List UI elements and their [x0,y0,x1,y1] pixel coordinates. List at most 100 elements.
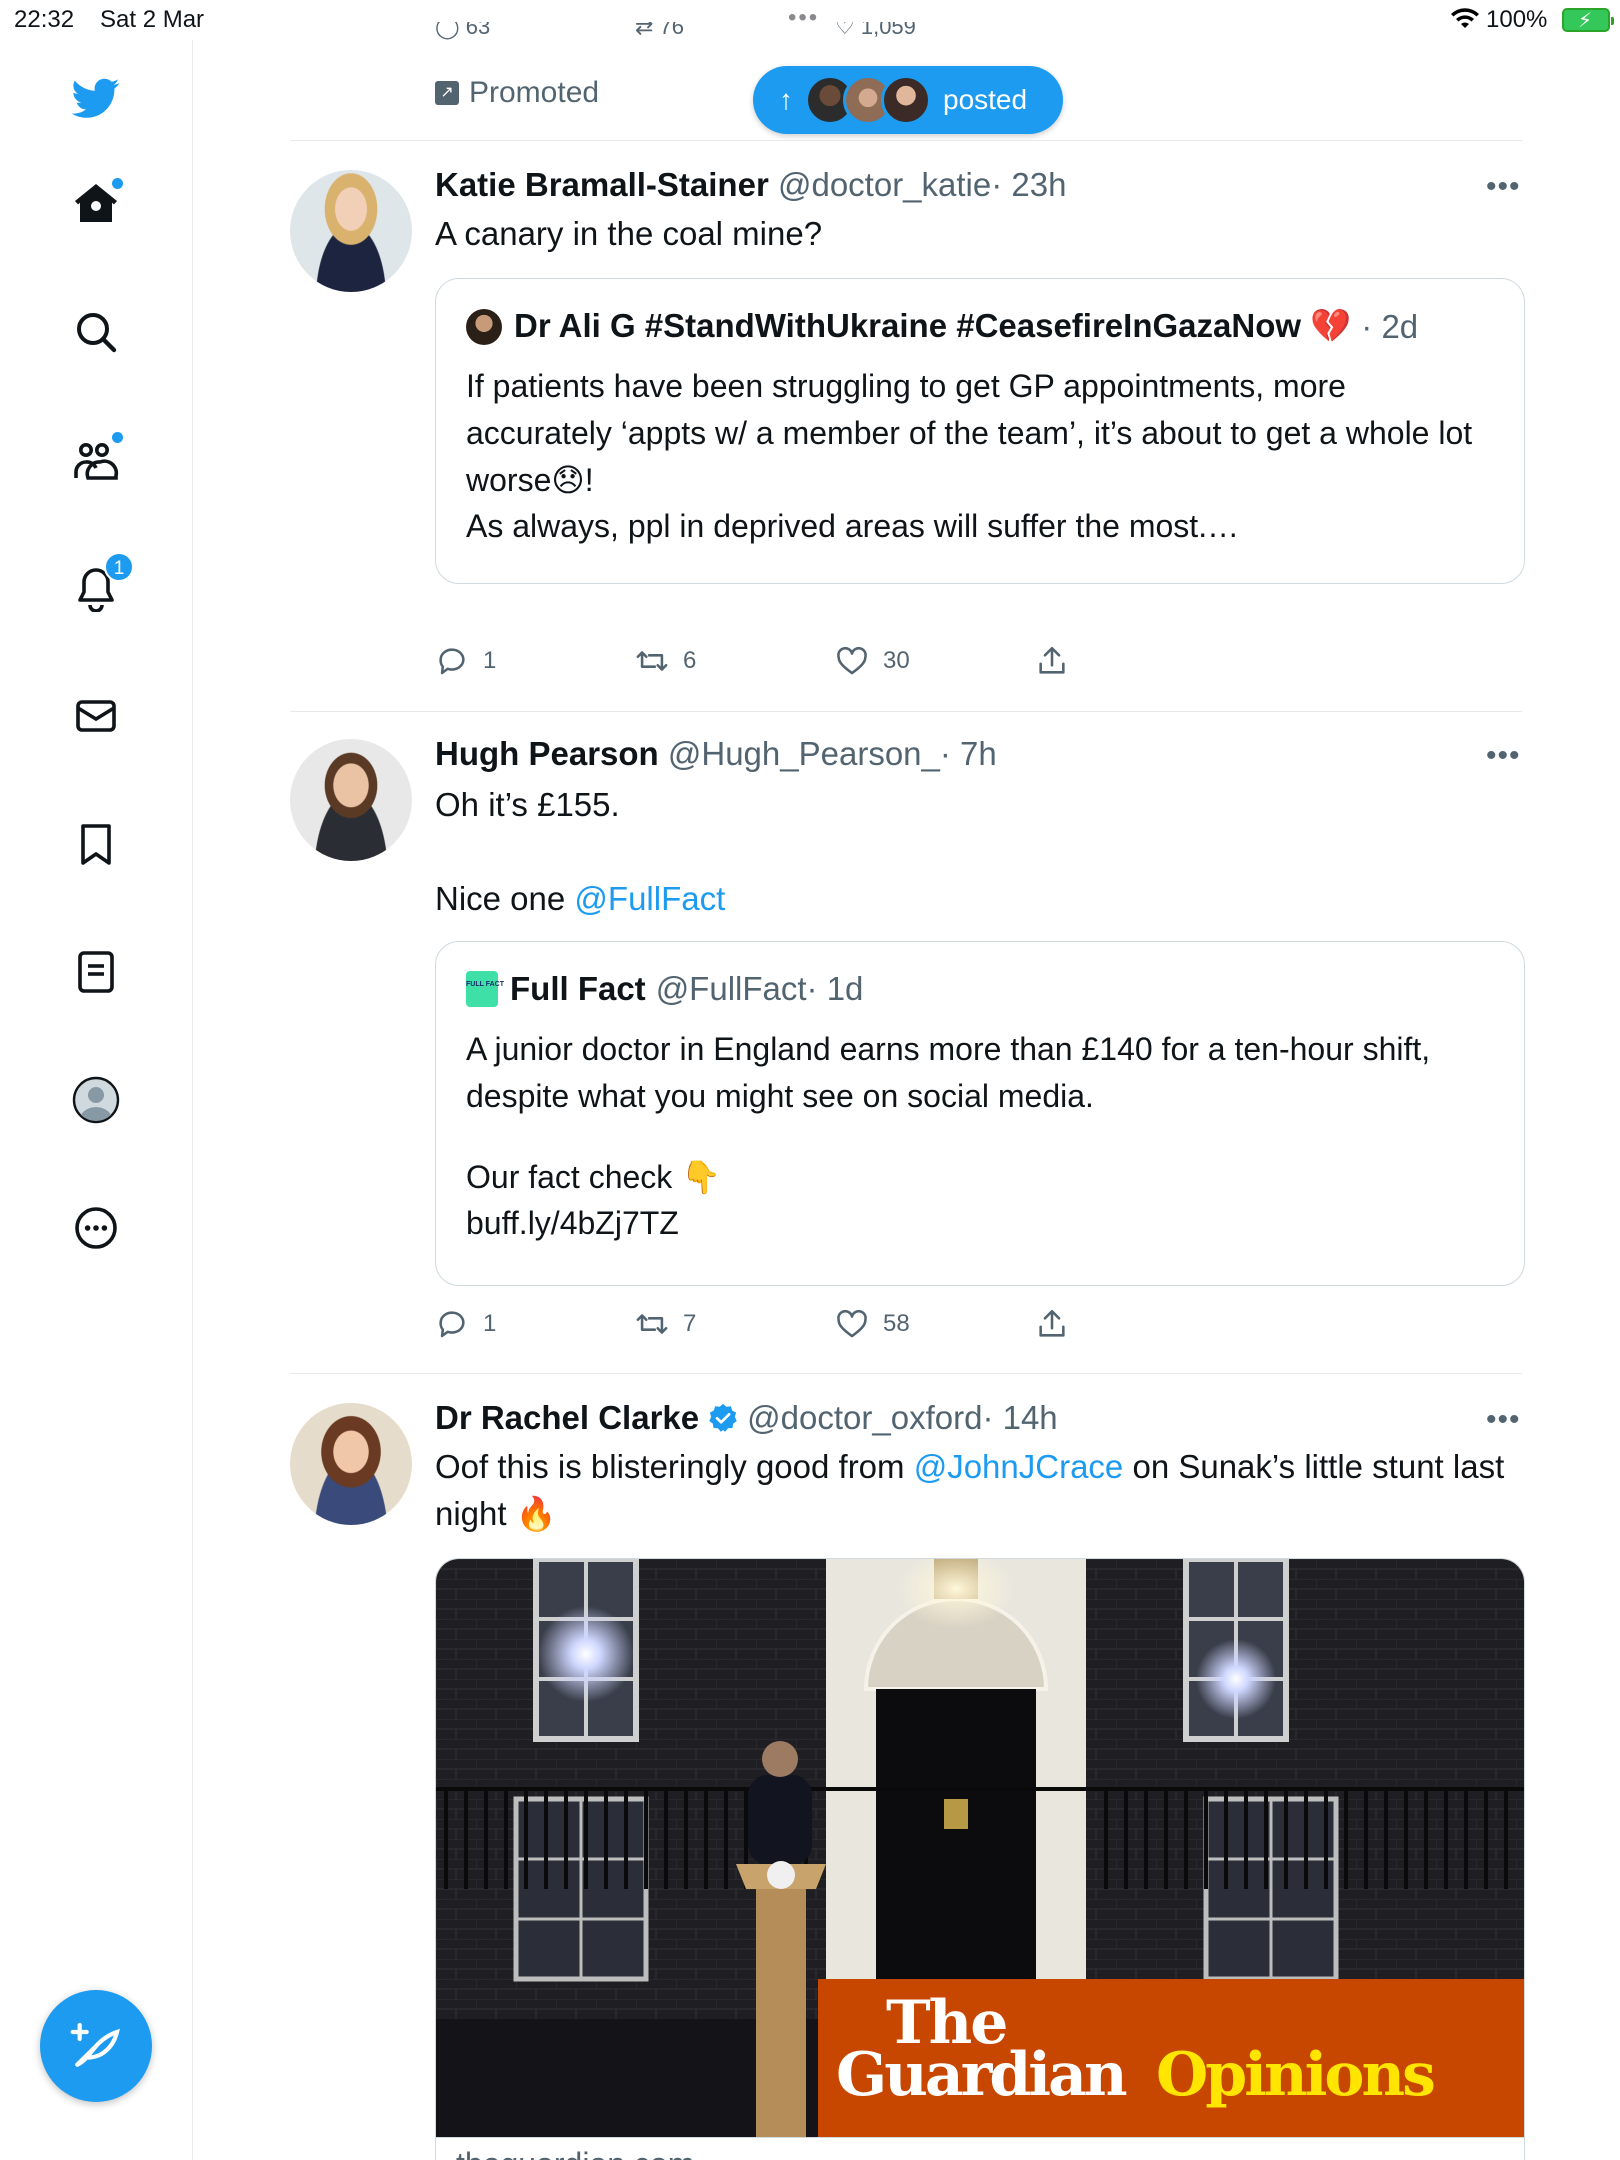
tweet-time[interactable]: · 14h [982,1399,1057,1437]
nav-profile[interactable] [60,1064,132,1136]
promoted-arrow-icon: ↗ [435,81,459,105]
arrow-up-icon: ↑ [779,84,793,115]
search-icon [77,313,117,353]
promoted-label: ↗ Promoted [435,76,599,110]
quote-text: As always, ppl in deprived areas will su… [466,508,1240,544]
status-date: Sat 2 Mar [100,6,205,33]
share-button[interactable] [1035,644,1069,678]
quote-text: A junior doctor in England earns more th… [466,1031,1431,1114]
home-notification-dot [112,178,123,189]
tweet-time[interactable]: · 7h [940,735,997,772]
avatar[interactable] [290,1403,412,1525]
quote-header: FULL FACT Full Fact @FullFact · 1d [466,970,863,1008]
avatar[interactable] [290,170,412,292]
more-circle-icon [75,1207,117,1249]
tweet-time[interactable]: · 23h [991,166,1066,203]
tweet-actions: 1 7 58 [435,1307,1375,1347]
quote-author-name: Dr Ali G #StandWithUkraine #CeasefireInG… [514,307,1352,344]
link-card-image[interactable]: The Guardian Opinions [435,1558,1525,2138]
tweet-text: A canary in the coal mine? [435,215,823,252]
share-icon [1039,646,1065,674]
quote-header: Dr Ali G #StandWithUkraine #CeasefireInG… [466,307,1418,346]
heart-icon [837,646,867,675]
retweet-icon [636,1314,668,1334]
nav-lists[interactable] [60,936,132,1008]
communities-notification-dot [112,432,123,443]
quote-time: · 1d [806,970,864,1007]
battery-percentage: 100% [1486,6,1548,33]
mention-link[interactable]: @JohnJCrace [914,1448,1124,1485]
mail-icon [76,700,116,732]
nav-messages[interactable] [60,680,132,752]
fullfact-logo-icon: FULL FACT [466,971,504,1007]
tweet-actions: 1 6 30 [435,644,1375,684]
communities-icon [74,443,119,480]
heart-icon [837,1309,867,1338]
author-name[interactable]: Hugh Pearson [435,735,659,772]
bookmark-icon [81,824,111,865]
nav-more[interactable] [60,1192,132,1264]
new-posts-pill[interactable]: ↑ posted [753,66,1063,134]
more-options-icon[interactable]: ••• [1486,739,1521,773]
author-handle[interactable]: @doctor_katie [778,166,991,203]
compose-feather-icon [70,2022,120,2067]
posted-avatar [881,75,931,125]
status-time: 22:32 [14,6,75,33]
author-handle[interactable]: @Hugh_Pearson_ [668,735,940,772]
retweet-button[interactable]: 7 [635,1307,696,1341]
quoted-tweet[interactable]: FULL FACT Full Fact @FullFact · 1d A juni… [435,941,1525,1286]
quoted-tweet[interactable]: Dr Ali G #StandWithUkraine #CeasefireInG… [435,278,1525,584]
divider [290,711,1522,712]
sidebar: 1 [0,40,193,2160]
previous-like-count[interactable]: ♡ 1,059 [835,22,916,40]
share-icon [1039,1309,1065,1337]
nav-home[interactable] [60,168,132,240]
tweet-text: Oh it’s £155. [435,786,620,823]
previous-tweet-actions: ◯ 63 ⇄ 76 ♡ 1,059 [435,22,1375,52]
tweet-header: Katie Bramall-Stainer @doctor_katie· 23h [435,166,1066,204]
link-domain: theguardian.com [456,2146,694,2160]
previous-retweet-count[interactable]: ⇄ 76 [635,22,684,40]
author-handle[interactable]: @doctor_oxford [747,1399,982,1437]
reply-button[interactable]: 1 [435,644,496,678]
tweet-header: Dr Rachel Clarke @doctor_oxford · 14h [435,1399,1058,1437]
battery-charging-icon: ⚡ [1562,8,1614,32]
like-button[interactable]: 30 [835,644,910,678]
previous-reply-count[interactable]: ◯ 63 [435,22,490,40]
tweet-text: Nice one @FullFact [435,880,726,917]
divider [290,1373,1522,1374]
author-name[interactable]: Dr Rachel Clarke [435,1399,699,1437]
tweet-header: Hugh Pearson @Hugh_Pearson_· 7h [435,735,997,773]
profile-avatar-icon [72,1076,120,1124]
avatar[interactable] [290,739,412,861]
guardian-opinions-logo: The Guardian Opinions [836,1988,1436,2110]
quote-text: Our fact check 👇 [466,1159,722,1195]
link-card-footer[interactable]: theguardian.com [435,2138,1525,2160]
twitter-bird-icon[interactable] [60,62,132,134]
author-name[interactable]: Katie Bramall-Stainer [435,166,769,203]
quote-avatar [466,308,502,345]
verified-badge-icon [709,1404,737,1432]
tweet-text: Oof this is blisteringly good from @John… [435,1448,1505,1532]
more-options-icon[interactable]: ••• [1486,170,1521,204]
nav-communities[interactable] [60,424,132,496]
quote-text: If patients have been struggling to get … [466,368,1473,498]
retweet-icon [636,651,668,671]
nav-search[interactable] [60,296,132,368]
nav-bookmarks[interactable] [60,808,132,880]
share-button[interactable] [1035,1307,1069,1341]
mention-link[interactable]: @FullFact [574,880,725,917]
more-options-icon[interactable]: ••• [1486,1403,1521,1437]
quote-time: · 2d [1361,307,1419,345]
new-posts-label: posted [943,84,1028,115]
wifi-icon [1451,8,1479,28]
reply-icon [439,648,465,675]
reply-button[interactable]: 1 [435,1307,496,1341]
nav-notifications[interactable]: 1 [60,552,134,624]
divider [290,140,1522,141]
compose-button[interactable] [40,1990,152,2102]
quote-link-text[interactable]: buff.ly/4bZj7TZ [466,1200,1496,1247]
like-button[interactable]: 58 [835,1307,910,1341]
retweet-button[interactable]: 6 [635,644,696,678]
quote-author-name: Full Fact [510,970,646,1007]
